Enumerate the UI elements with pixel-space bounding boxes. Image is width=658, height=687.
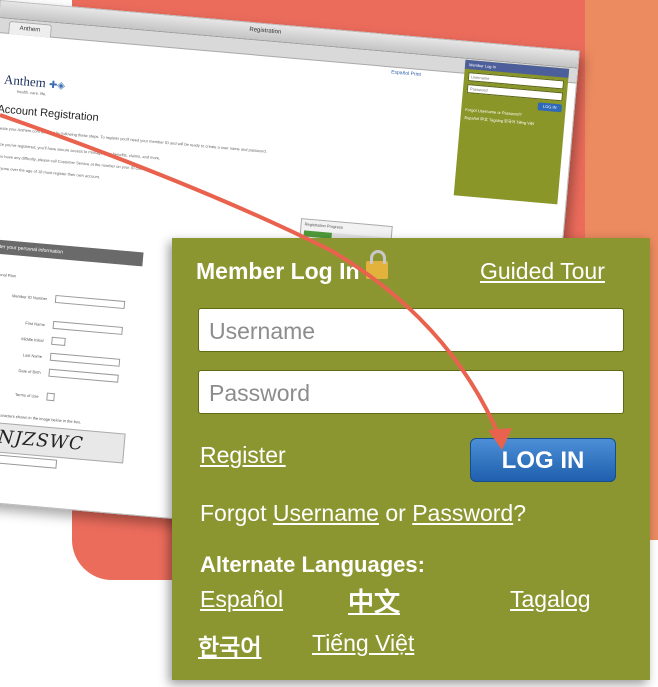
password-input[interactable]: Password xyxy=(198,370,624,414)
captcha-instruction: Enter the characters shown in the image … xyxy=(0,411,82,425)
guided-tour-link[interactable]: Guided Tour xyxy=(480,258,605,285)
last-name-input[interactable] xyxy=(49,352,121,367)
form-label: Terms of Use xyxy=(14,391,39,399)
top-links[interactable]: Español Print xyxy=(391,69,421,78)
forgot-suffix: ? xyxy=(513,500,526,526)
language-link-spanish[interactable]: Español xyxy=(200,586,283,613)
forgot-username-link[interactable]: Username xyxy=(273,500,379,526)
lock-icon xyxy=(365,249,388,279)
forgot-credentials: Forgot Username or Password? xyxy=(200,500,526,527)
form-label: Last Name xyxy=(22,352,43,360)
forgot-password-link[interactable]: Password xyxy=(412,500,513,526)
page-title: Account Registration xyxy=(0,103,100,125)
login-title-text: Member Log In xyxy=(196,258,360,284)
language-link-korean[interactable]: 한국어 xyxy=(198,628,261,662)
language-link-chinese[interactable]: 中文 xyxy=(348,582,400,619)
login-button[interactable]: LOG IN xyxy=(470,438,616,482)
first-name-input[interactable] xyxy=(52,320,123,335)
blue-cross-icon: ✚◈ xyxy=(48,79,66,92)
form-label: Personal Plan xyxy=(0,271,17,279)
browser-tab[interactable]: Anthem xyxy=(8,20,52,38)
terms-checkbox[interactable] xyxy=(46,392,55,402)
middle-initial-input[interactable] xyxy=(51,336,66,346)
window-title: Registration xyxy=(249,26,282,36)
forgot-or: or xyxy=(385,500,406,526)
language-link-tagalog[interactable]: Tagalog xyxy=(510,586,591,613)
form-label: Middle Initial xyxy=(21,336,44,344)
section-header: Enter your personal information xyxy=(0,238,144,267)
mini-login-button[interactable]: LOG IN xyxy=(537,102,563,113)
birth-date-input[interactable] xyxy=(48,368,119,383)
alternate-languages-heading: Alternate Languages: xyxy=(200,552,425,577)
forgot-prefix: Forgot xyxy=(200,500,267,526)
language-link-vietnamese[interactable]: Tiếng Việt xyxy=(312,630,414,657)
username-input[interactable]: Username xyxy=(198,308,624,352)
member-login-panel: Member Log In Guided Tour Username Passw… xyxy=(172,238,650,680)
form-label: First Name xyxy=(25,320,46,328)
form-label: Date of Birth xyxy=(18,368,41,375)
mini-login-box: Member Log In Username Password LOG IN F… xyxy=(453,59,570,205)
login-title: Member Log In xyxy=(196,249,388,285)
register-link[interactable]: Register xyxy=(200,442,286,469)
form-label: Member ID Number xyxy=(11,293,48,302)
member-id-input[interactable] xyxy=(54,294,126,310)
